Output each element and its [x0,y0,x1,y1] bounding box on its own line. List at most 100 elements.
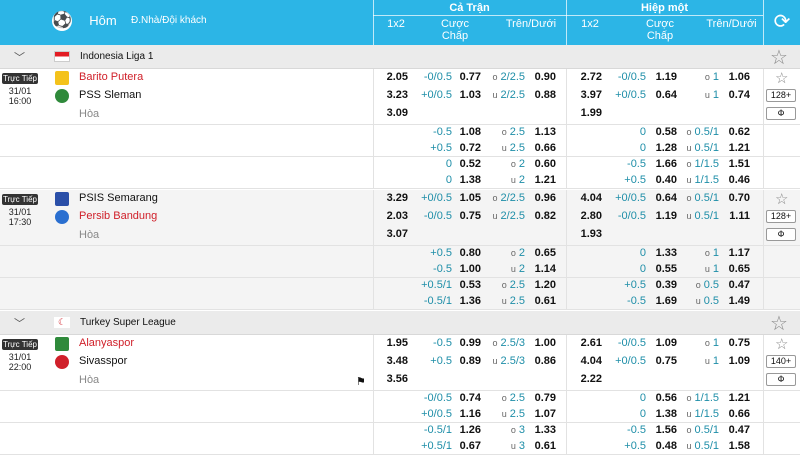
odds-cell[interactable]: 1.19 [656,210,677,222]
odds-cell[interactable]: 1.09 [729,355,750,367]
odds-cell[interactable]: 0.66 [729,408,750,420]
odds-cell[interactable]: 2.05 [387,71,408,83]
stats-button[interactable]: Ф [766,228,796,241]
odds-cell[interactable]: 1.69 [656,295,677,307]
odds-cell[interactable]: 1.38 [656,408,677,420]
odds-cell[interactable]: 1.33 [656,247,677,259]
odds-cell[interactable]: 0.40 [656,174,677,186]
odds-cell[interactable]: 0.74 [460,392,481,404]
odds-cell[interactable]: 2.72 [581,71,602,83]
home-team-name[interactable]: Barito Putera [79,71,143,83]
star-icon[interactable]: ☆ [770,311,788,336]
star-icon[interactable]: ☆ [775,335,788,353]
more-markets-button[interactable]: 140+ [766,355,796,368]
soccer-ball-icon[interactable]: ⚽ [52,11,72,31]
star-icon[interactable]: ☆ [770,45,788,70]
home-team-name[interactable]: Alanyaspor [79,337,134,349]
odds-cell[interactable]: 2.03 [387,210,408,222]
odds-cell[interactable]: 1.33 [535,424,556,436]
match-row[interactable]: Trực Tiếp 31/01 22:00 Alanyaspor Sivasspor Hò… [0,335,800,391]
odds-cell[interactable]: 0.75 [656,355,677,367]
odds-cell[interactable]: 1.05 [460,192,481,204]
odds-cell[interactable]: 1.95 [387,337,408,349]
odds-cell[interactable]: 1.56 [656,424,677,436]
odds-cell[interactable]: 0.66 [535,142,556,154]
odds-cell[interactable]: 1.14 [535,263,556,275]
tab-today[interactable]: Hôm Nay [80,6,126,58]
odds-cell[interactable]: 1.03 [460,89,481,101]
league-row[interactable]: ﹀ Indonesia Liga 1 ☆ [0,45,800,69]
odds-cell[interactable]: 1.08 [460,126,481,138]
more-markets-button[interactable]: 128+ [766,89,796,102]
odds-cell[interactable]: 3.48 [387,355,408,367]
odds-cell[interactable]: 1.28 [656,142,677,154]
odds-cell[interactable]: 1.66 [656,158,677,170]
chevron-down-icon[interactable]: ﹀ [14,315,25,331]
odds-cell[interactable]: 1.26 [460,424,481,436]
away-team-name[interactable]: Sivasspor [79,355,127,367]
stats-button[interactable]: Ф [766,107,796,120]
odds-cell[interactable]: 0.65 [729,263,750,275]
odds-cell[interactable]: 1.58 [729,440,750,452]
odds-cell[interactable]: 3.07 [387,228,408,240]
odds-cell[interactable]: 0.86 [535,355,556,367]
odds-cell[interactable]: 4.04 [581,192,602,204]
odds-cell[interactable]: 0.47 [729,279,750,291]
odds-cell[interactable]: 3.09 [387,107,408,119]
odds-cell[interactable]: 1.38 [460,174,481,186]
odds-cell[interactable]: 1.17 [729,247,750,259]
odds-cell[interactable]: 1.21 [729,392,750,404]
odds-cell[interactable]: 0.64 [656,89,677,101]
odds-cell[interactable]: 0.74 [729,89,750,101]
odds-cell[interactable]: 1.99 [581,107,602,119]
odds-cell[interactable]: 0.61 [535,295,556,307]
odds-cell[interactable]: 1.36 [460,295,481,307]
odds-cell[interactable]: 0.52 [460,158,481,170]
odds-cell[interactable]: 0.55 [656,263,677,275]
odds-cell[interactable]: 0.80 [460,247,481,259]
more-markets-button[interactable]: 128+ [766,210,796,223]
odds-cell[interactable]: 0.67 [460,440,481,452]
odds-cell[interactable]: 3.97 [581,89,602,101]
odds-cell[interactable]: 0.75 [460,210,481,222]
odds-cell[interactable]: 1.06 [729,71,750,83]
odds-cell[interactable]: 0.46 [729,174,750,186]
odds-cell[interactable]: 0.62 [729,126,750,138]
odds-cell[interactable]: 0.79 [535,392,556,404]
odds-cell[interactable]: 0.75 [729,337,750,349]
odds-cell[interactable]: 1.00 [460,263,481,275]
odds-cell[interactable]: 3.29 [387,192,408,204]
odds-cell[interactable]: 0.77 [460,71,481,83]
odds-cell[interactable]: 3.56 [387,373,408,385]
odds-cell[interactable]: 2.61 [581,337,602,349]
odds-cell[interactable]: 1.21 [535,174,556,186]
odds-cell[interactable]: 0.47 [729,424,750,436]
odds-cell[interactable]: 0.72 [460,142,481,154]
home-team-name[interactable]: PSIS Semarang [79,192,158,204]
odds-cell[interactable]: 0.64 [656,192,677,204]
odds-cell[interactable]: 1.16 [460,408,481,420]
odds-cell[interactable]: 0.89 [460,355,481,367]
odds-cell[interactable]: 1.00 [535,337,556,349]
odds-cell[interactable]: 1.07 [535,408,556,420]
odds-cell[interactable]: 0.48 [656,440,677,452]
odds-cell[interactable]: 0.60 [535,158,556,170]
away-team-name[interactable]: Persib Bandung [79,210,157,222]
star-icon[interactable]: ☆ [775,69,788,87]
odds-cell[interactable]: 0.88 [535,89,556,101]
odds-cell[interactable]: 0.90 [535,71,556,83]
stats-button[interactable]: Ф [766,373,796,386]
odds-cell[interactable]: 0.82 [535,210,556,222]
odds-cell[interactable]: 0.58 [656,126,677,138]
odds-cell[interactable]: 2.22 [581,373,602,385]
odds-cell[interactable]: 0.70 [729,192,750,204]
odds-cell[interactable]: 1.21 [729,142,750,154]
odds-cell[interactable]: 0.53 [460,279,481,291]
odds-cell[interactable]: 0.65 [535,247,556,259]
chevron-down-icon[interactable]: ﹀ [14,49,25,65]
refresh-icon[interactable]: ⟳ [763,0,800,45]
odds-cell[interactable]: 1.20 [535,279,556,291]
league-row[interactable]: ﹀ ☾ Turkey Super League ☆ [0,311,800,335]
odds-cell[interactable]: 1.11 [729,210,750,222]
odds-cell[interactable]: 2.80 [581,210,602,222]
